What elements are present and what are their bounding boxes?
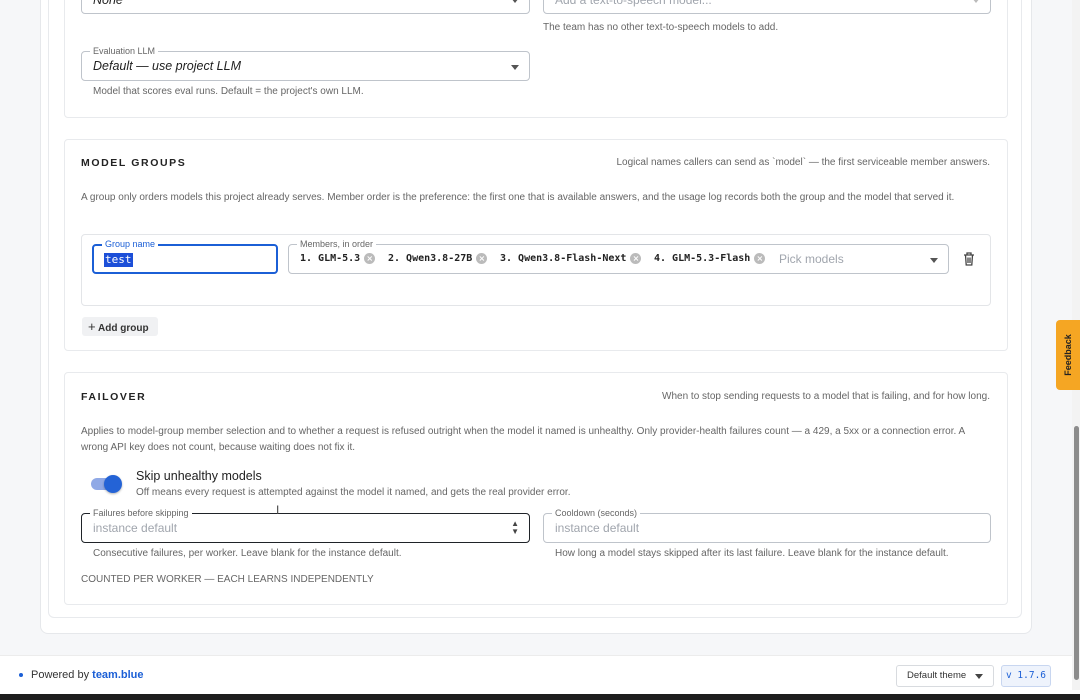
member-chip-label: 3. Qwen3.8-Flash-Next: [500, 253, 627, 264]
members-placeholder: Pick models: [779, 252, 844, 266]
feedback-tab[interactable]: Feedback: [1056, 320, 1080, 390]
member-chip-label: 1. GLM-5.3: [300, 253, 361, 264]
failures-placeholder: instance default: [93, 521, 178, 535]
taskbar-strip: [0, 694, 1080, 700]
version-badge: v 1.7.6: [1001, 665, 1051, 687]
trash-icon: [964, 252, 974, 266]
model-groups-note: Logical names callers can send as `model…: [616, 157, 991, 168]
cooldown-input[interactable]: Cooldown (seconds) instance default: [543, 506, 991, 543]
counted-note: COUNTED PER WORKER — EACH LEARNS INDEPEN…: [81, 574, 374, 585]
remove-chip-icon[interactable]: ×: [630, 252, 642, 264]
failures-helper: Consecutive failures, per worker. Leave …: [93, 548, 402, 559]
remove-chip-icon[interactable]: ×: [754, 252, 766, 264]
chevron-down-icon: [930, 258, 938, 263]
cooldown-helper: How long a model stays skipped after its…: [555, 548, 949, 559]
member-chip[interactable]: 1. GLM-5.3 ×: [300, 246, 376, 272]
chevron-down-icon: [511, 0, 519, 3]
plus-icon: +: [88, 319, 96, 334]
tts-add-placeholder: Add a text-to-speech model...: [555, 0, 712, 7]
footer: Powered by team.blue Default theme v 1.7…: [0, 655, 1080, 695]
theme-select[interactable]: Default theme: [896, 665, 994, 687]
group-name-value[interactable]: test: [104, 253, 133, 267]
eval-llm-value: Default — use project LLM: [93, 59, 241, 73]
powered-brand-link[interactable]: team.blue: [92, 669, 143, 681]
delete-group-button[interactable]: [962, 251, 976, 267]
toggle-knob: [104, 475, 122, 493]
model-groups-title: MODEL GROUPS: [81, 157, 187, 169]
chevron-down-icon: [975, 674, 983, 679]
cooldown-placeholder: instance default: [555, 521, 640, 535]
tts-select[interactable]: None: [81, 0, 530, 14]
group-name-label: Group name: [102, 237, 159, 251]
powered-prefix: Powered by: [31, 669, 90, 681]
member-chip-label: 4. GLM-5.3-Flash: [654, 253, 751, 264]
stepper-icon[interactable]: ▲ ▼: [511, 520, 519, 536]
theme-value: Default theme: [907, 670, 967, 681]
remove-chip-icon[interactable]: ×: [476, 252, 488, 264]
chevron-down-icon: [972, 0, 980, 3]
member-chip[interactable]: 3. Qwen3.8-Flash-Next ×: [500, 246, 642, 272]
add-group-button[interactable]: + Add group: [82, 317, 158, 336]
toggle-helper: Off means every request is attempted aga…: [136, 487, 571, 498]
scrollbar-thumb[interactable]: [1074, 426, 1079, 680]
tts-add-input[interactable]: Add a text-to-speech model...: [543, 0, 991, 14]
add-group-label: Add group: [98, 323, 149, 334]
failover-title: FAILOVER: [81, 391, 147, 403]
group-name-input[interactable]: Group name test: [92, 237, 278, 274]
toggle-label: Skip unhealthy models: [136, 469, 262, 483]
failover-description: Applies to model-group member selection …: [81, 426, 965, 453]
eval-llm-select[interactable]: Evaluation LLM Default — use project LLM: [81, 44, 530, 81]
member-chip[interactable]: 4. GLM-5.3-Flash ×: [654, 246, 766, 272]
feedback-label: Feedback: [1063, 334, 1073, 376]
member-chip-label: 2. Qwen3.8-27B: [388, 253, 473, 264]
remove-chip-icon[interactable]: ×: [364, 252, 376, 264]
eval-llm-helper: Model that scores eval runs. Default = t…: [93, 86, 364, 97]
member-chip[interactable]: 2. Qwen3.8-27B ×: [388, 246, 488, 272]
tts-select-value: None: [93, 0, 123, 7]
text-cursor-icon: I: [276, 503, 280, 517]
powered-by-text: Powered by team.blue: [31, 669, 144, 681]
failures-input[interactable]: Failures before skipping instance defaul…: [81, 506, 530, 543]
model-groups-description: A group only orders models this project …: [81, 192, 955, 203]
tts-helper: The team has no other text-to-speech mod…: [543, 22, 779, 33]
status-dot-icon: [19, 673, 23, 677]
chevron-down-icon: [511, 65, 519, 70]
members-select[interactable]: Members, in order 1. GLM-5.3 × 2. Qwen3.8…: [288, 237, 949, 274]
failover-note: When to stop sending requests to a model…: [662, 391, 990, 402]
